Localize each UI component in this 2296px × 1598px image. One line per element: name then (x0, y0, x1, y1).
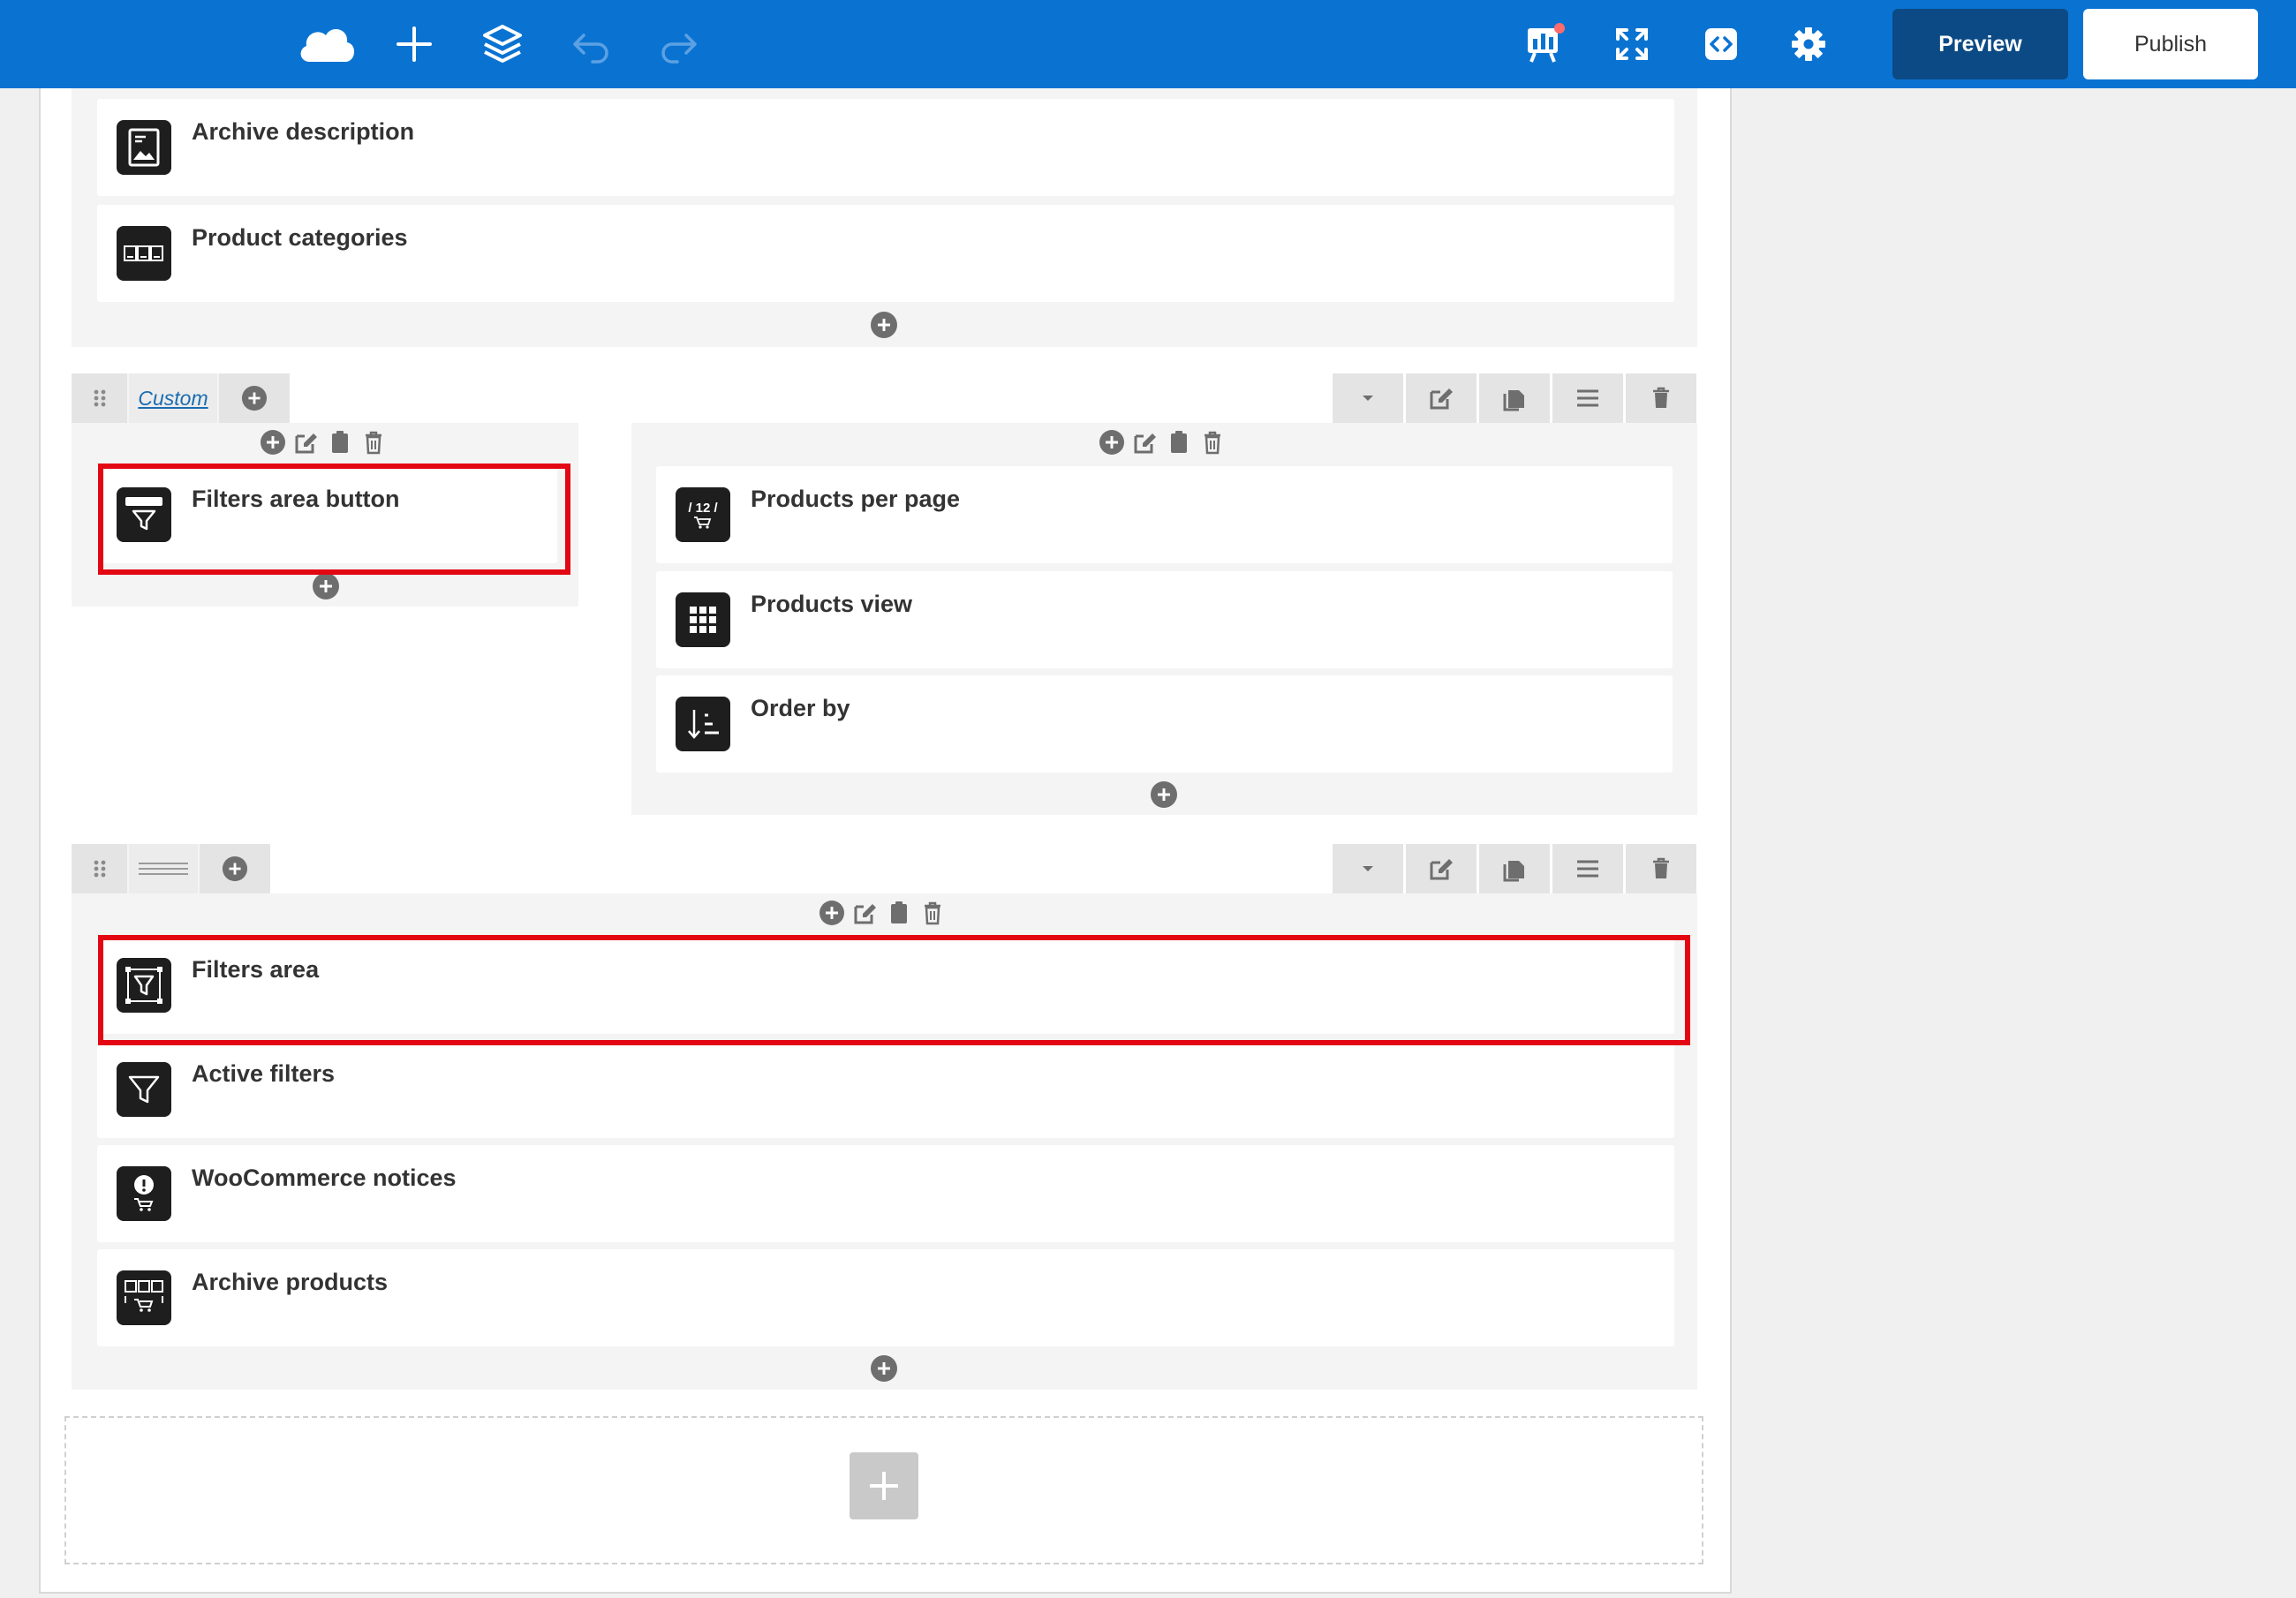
trash-icon[interactable] (1626, 373, 1696, 423)
element-label: Product categories (192, 224, 408, 251)
element-label: Order by (751, 695, 850, 721)
element-active-filters[interactable]: Active filters (97, 1041, 1674, 1138)
row-toolbar-right (1330, 373, 1696, 423)
notice-cart-icon (117, 1166, 171, 1221)
clipboard-icon[interactable] (1165, 428, 1193, 456)
chevron-down-icon[interactable] (1333, 844, 1403, 893)
add-element-button[interactable] (870, 1354, 898, 1383)
archive-description-icon (117, 120, 171, 175)
plus-icon[interactable] (389, 19, 439, 69)
gear-icon[interactable] (1784, 19, 1833, 69)
cloud-icon[interactable] (294, 16, 359, 72)
element-archive-description[interactable]: Archive description (97, 99, 1674, 196)
element-label: Active filters (192, 1060, 336, 1087)
element-order-by[interactable]: Order by (656, 675, 1673, 773)
element-woocommerce-notices[interactable]: WooCommerce notices (97, 1145, 1674, 1242)
edit-icon[interactable] (1406, 373, 1477, 423)
element-label: Archive description (192, 118, 415, 145)
drag-handle-icon[interactable] (72, 844, 129, 893)
trash-icon[interactable] (1198, 428, 1227, 456)
layers-icon[interactable] (478, 19, 527, 69)
trash-icon[interactable] (359, 428, 388, 456)
row-toolbar-right (1330, 844, 1696, 893)
menu-icon[interactable] (1552, 373, 1623, 423)
layout-full-width-icon (139, 863, 188, 875)
duplicate-icon[interactable] (1479, 373, 1550, 423)
column-right: / 12 / Products per page Products view O… (631, 423, 1697, 815)
top-toolbar: Preview Publish (0, 0, 2296, 88)
highlight-box (98, 935, 1690, 1045)
products-per-page-icon: / 12 / (676, 487, 730, 542)
chevron-down-icon[interactable] (1333, 373, 1403, 423)
chart-notify-icon[interactable] (1519, 18, 1572, 71)
redo-icon[interactable] (654, 19, 704, 69)
edit-icon[interactable] (851, 899, 880, 927)
icon-text: / 12 / (688, 500, 718, 516)
funnel-icon (117, 1062, 171, 1117)
edit-icon[interactable] (1131, 428, 1159, 456)
highlight-box (98, 464, 570, 575)
row-layout-label: Custom (138, 386, 208, 410)
element-label: Products per page (751, 486, 961, 512)
row-toolbar-left (72, 844, 270, 893)
element-archive-products[interactable]: Archive products (97, 1249, 1674, 1346)
edit-icon[interactable] (1406, 844, 1477, 893)
undo-icon[interactable] (566, 19, 616, 69)
column-tools (259, 426, 388, 458)
archive-products-icon (117, 1270, 171, 1325)
element-label: WooCommerce notices (192, 1165, 457, 1191)
column-tools (818, 897, 947, 929)
add-element-button[interactable] (870, 311, 898, 339)
menu-icon[interactable] (1552, 844, 1623, 893)
element-label: Archive products (192, 1269, 389, 1295)
row-layout-selector[interactable] (129, 844, 200, 893)
column-tools (1098, 426, 1227, 458)
plus-icon (870, 1472, 898, 1500)
add-row-button[interactable] (850, 1452, 918, 1519)
product-categories-icon (117, 226, 171, 281)
add-element-button[interactable] (1150, 780, 1178, 809)
add-icon[interactable] (259, 428, 287, 456)
grid-icon (676, 592, 730, 647)
section-top: Archive description Product categories (72, 88, 1697, 347)
sort-icon (676, 697, 730, 751)
side-panel (1732, 88, 2296, 1598)
code-icon[interactable] (1696, 19, 1746, 69)
clipboard-icon[interactable] (885, 899, 913, 927)
element-product-categories[interactable]: Product categories (97, 205, 1674, 302)
preview-button[interactable]: Preview (1892, 9, 2068, 79)
trash-icon[interactable] (918, 899, 947, 927)
trash-icon[interactable] (1626, 844, 1696, 893)
add-element-button[interactable] (312, 572, 340, 600)
fullscreen-icon[interactable] (1607, 19, 1657, 69)
edit-icon[interactable] (292, 428, 321, 456)
duplicate-icon[interactable] (1479, 844, 1550, 893)
add-column-button[interactable] (200, 844, 270, 893)
element-label: Products view (751, 591, 913, 617)
clipboard-icon[interactable] (326, 428, 354, 456)
add-column-button[interactable] (219, 373, 290, 423)
row-layout-selector[interactable]: Custom (129, 373, 219, 423)
element-products-view[interactable]: Products view (656, 571, 1673, 668)
add-icon[interactable] (1098, 428, 1126, 456)
drag-handle-icon[interactable] (72, 373, 129, 423)
element-products-per-page[interactable]: / 12 / Products per page (656, 466, 1673, 563)
publish-button[interactable]: Publish (2083, 9, 2258, 79)
add-icon[interactable] (818, 899, 846, 927)
row-toolbar-left: Custom (72, 373, 290, 423)
